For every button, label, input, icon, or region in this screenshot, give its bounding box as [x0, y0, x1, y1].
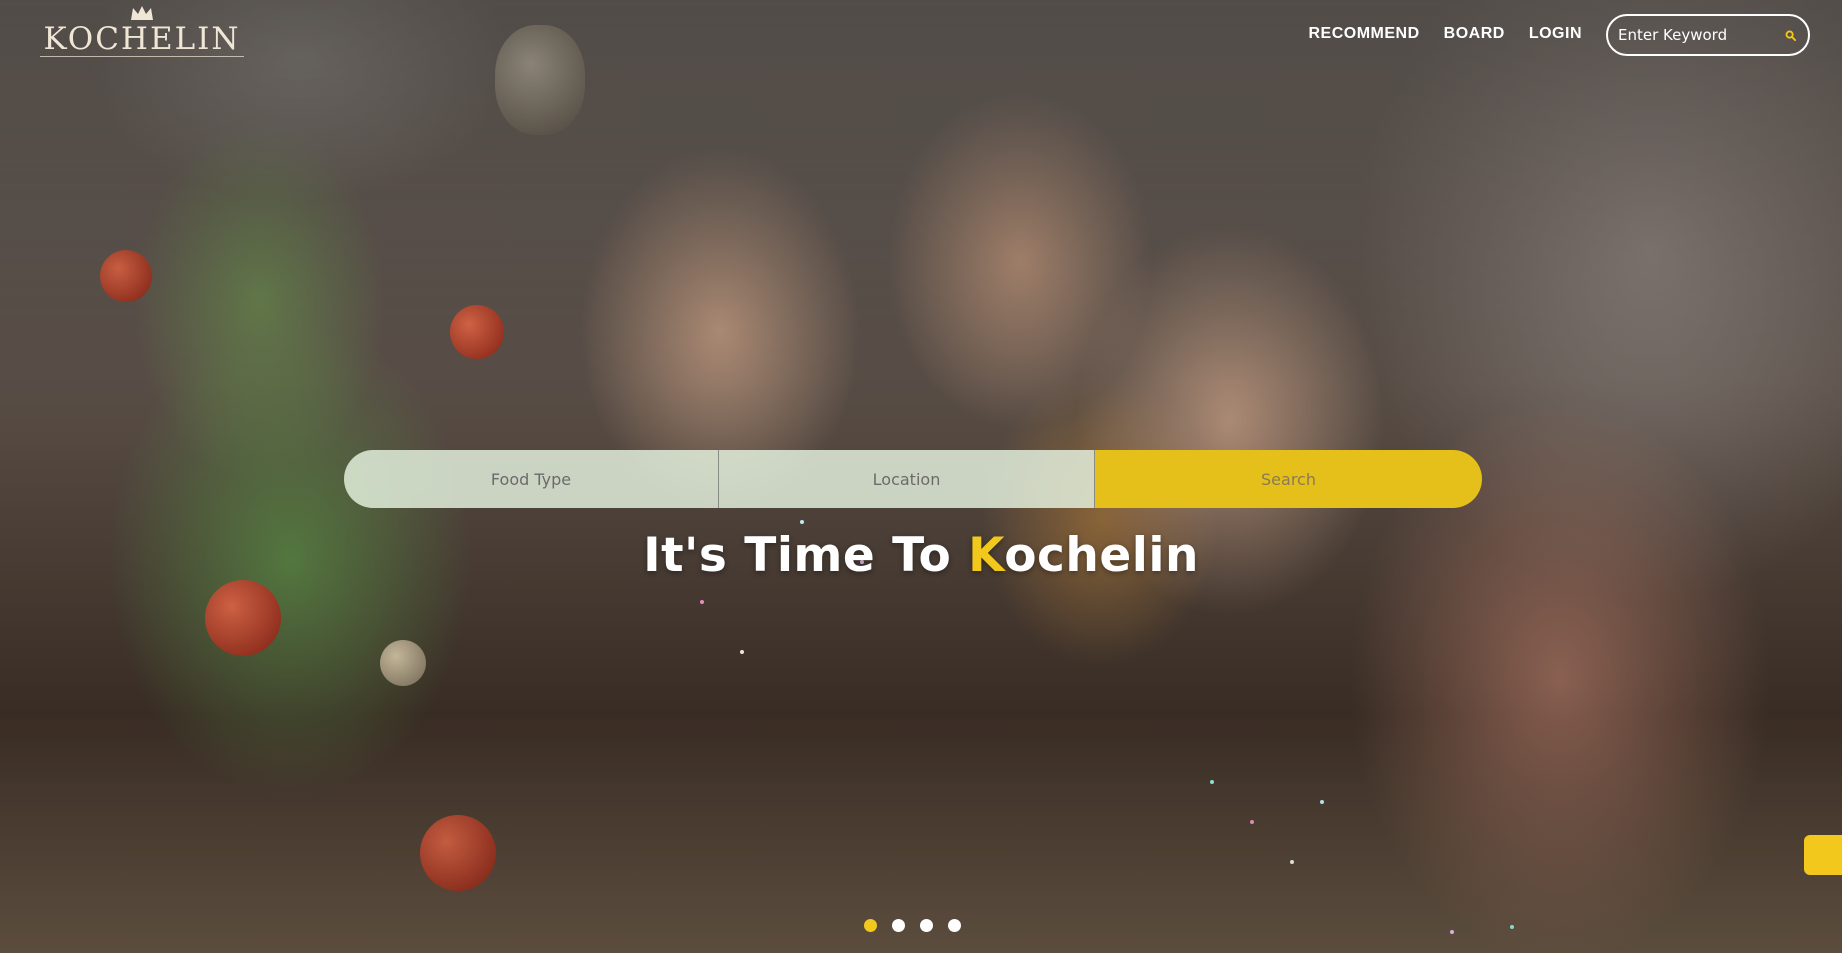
search-icon[interactable] — [1782, 27, 1798, 43]
food-type-field-wrapper — [344, 450, 719, 508]
keyword-search-input[interactable] — [1618, 26, 1782, 44]
hero-headline: It's Time To Kochelin — [0, 528, 1842, 583]
carousel-dot[interactable] — [948, 919, 961, 932]
food-type-input[interactable] — [344, 450, 718, 508]
main-nav: RECOMMEND BOARD LOGIN — [1308, 20, 1582, 48]
headline-suffix: ochelin — [1004, 528, 1199, 583]
nav-recommend-link[interactable]: RECOMMEND — [1308, 20, 1419, 48]
carousel-dot[interactable] — [920, 919, 933, 932]
carousel-dot[interactable] — [892, 919, 905, 932]
carousel-dot[interactable] — [864, 919, 877, 932]
restaurant-search-bar: Search — [344, 450, 1482, 508]
location-input[interactable] — [719, 450, 1094, 508]
crown-icon — [131, 6, 153, 20]
location-field-wrapper — [719, 450, 1095, 508]
search-button[interactable]: Search — [1095, 450, 1482, 508]
brand-name: KOCHELIN — [40, 22, 244, 57]
brand-logo[interactable]: KOCHELIN — [40, 4, 244, 68]
headline-prefix: It's Time To — [643, 528, 969, 583]
nav-login-link[interactable]: LOGIN — [1529, 20, 1582, 48]
carousel-pagination — [864, 919, 961, 932]
nav-board-link[interactable]: BOARD — [1444, 20, 1505, 48]
side-quick-tab[interactable] — [1804, 835, 1842, 875]
keyword-search-box — [1606, 14, 1810, 56]
headline-accent-letter: K — [968, 528, 1005, 583]
